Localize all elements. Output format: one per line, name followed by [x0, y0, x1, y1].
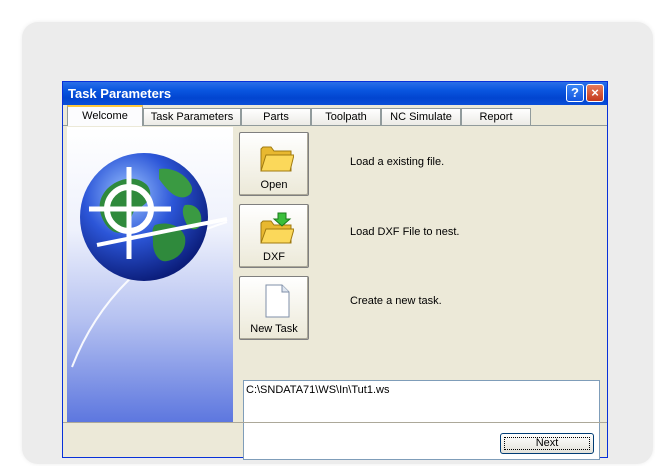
globe-logo-icon — [71, 153, 228, 368]
tab-bar: Welcome Task Parameters Parts Toolpath N… — [63, 105, 607, 126]
dxf-description: Load DXF File to nest. — [350, 226, 460, 238]
open-description: Load a existing file. — [350, 156, 445, 168]
title-bar[interactable]: Task Parameters ? × — [63, 82, 607, 105]
dxf-button-label: DXF — [263, 251, 285, 263]
tab-welcome[interactable]: Welcome — [67, 105, 143, 126]
new-task-button[interactable]: New Task — [239, 276, 309, 340]
tab-toolpath[interactable]: Toolpath — [311, 108, 381, 125]
window-title: Task Parameters — [68, 86, 172, 101]
task-parameters-dialog: Task Parameters ? × Welcome Task Paramet… — [62, 81, 608, 460]
open-button[interactable]: Open — [239, 132, 309, 196]
help-button[interactable]: ? — [566, 84, 584, 102]
tab-parts[interactable]: Parts — [241, 108, 311, 125]
next-button-label: Next — [535, 437, 559, 449]
tab-task-parameters[interactable]: Task Parameters — [143, 108, 241, 125]
dxf-button[interactable]: DXF — [239, 204, 309, 268]
open-button-label: Open — [260, 179, 288, 191]
welcome-graphic-panel — [67, 127, 233, 422]
tab-nc-simulate[interactable]: NC Simulate — [381, 108, 461, 125]
welcome-content: Open Load a existing file. DXF Load DXF … — [235, 127, 605, 460]
close-button[interactable]: × — [586, 84, 604, 102]
dxf-folder-icon — [260, 212, 294, 244]
folder-icon — [260, 146, 294, 172]
tab-report[interactable]: Report — [461, 108, 531, 125]
next-button[interactable]: Next — [500, 433, 594, 454]
dialog-footer: Next — [63, 422, 607, 458]
new-task-description: Create a new task. — [350, 295, 442, 307]
new-task-button-label: New Task — [250, 323, 298, 335]
new-document-icon — [265, 284, 290, 318]
